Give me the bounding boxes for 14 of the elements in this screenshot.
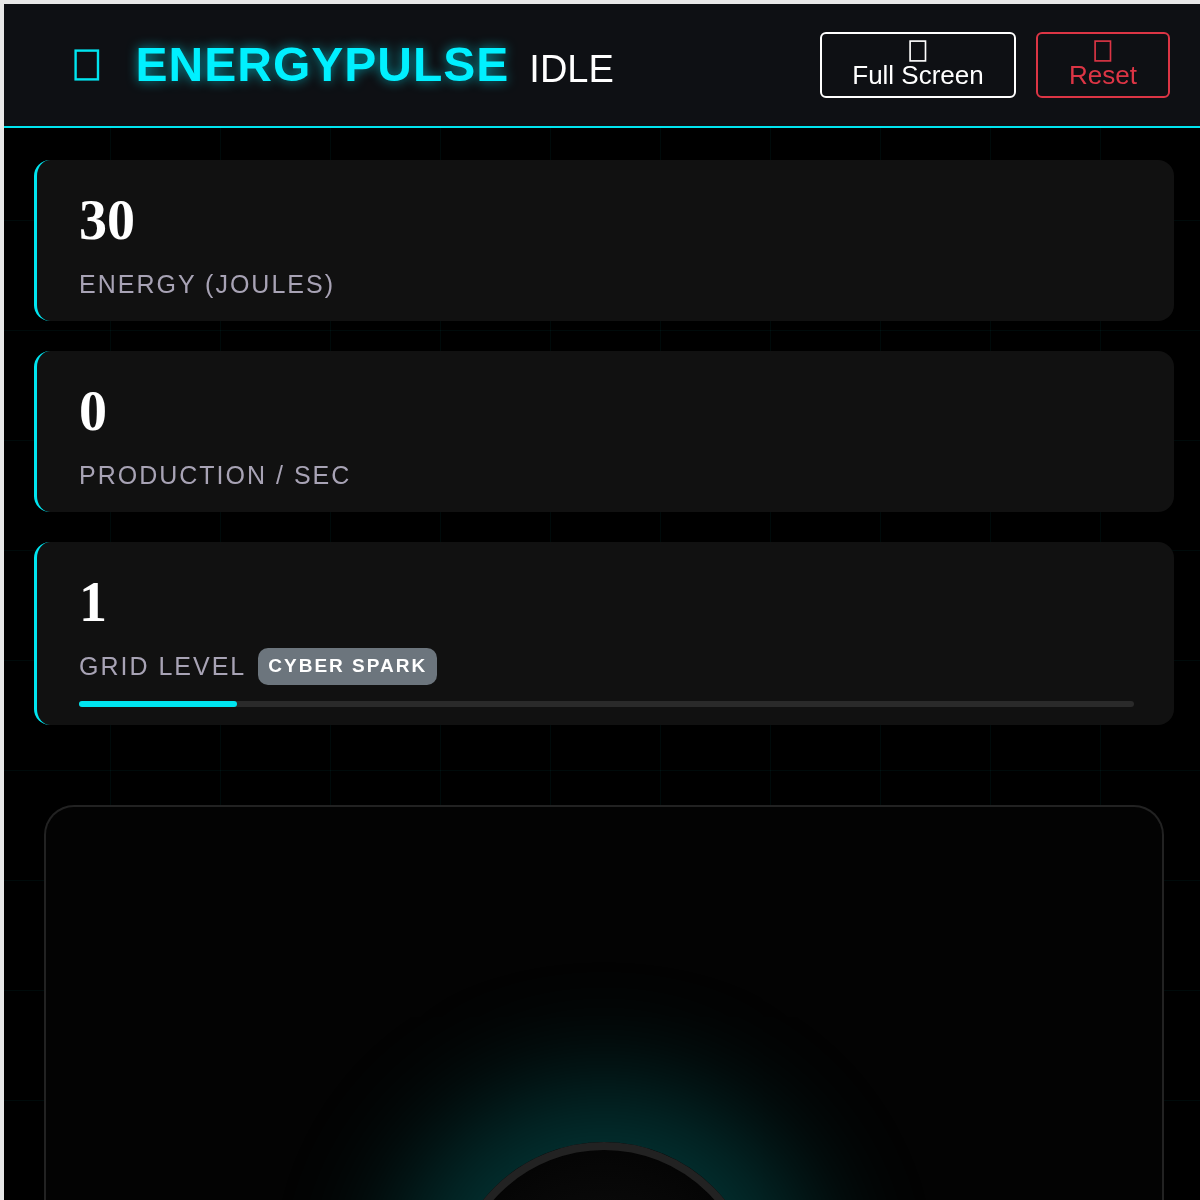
stat-value: 0: [79, 381, 107, 443]
stat-label: PRODUCTION / SEC: [79, 459, 352, 491]
stat-label: ENERGY (JOULES): [79, 268, 335, 300]
stat-value: 30: [79, 190, 135, 252]
stat-label: GRID LEVEL: [79, 650, 247, 682]
stat-value: 1: [79, 572, 107, 634]
rank-badge: CYBER SPARK: [258, 648, 438, 685]
fullscreen-button[interactable]: Full Screen: [820, 32, 1016, 98]
mode-label: IDLE: [529, 46, 614, 92]
glyph-box-icon: [74, 49, 100, 81]
glyph-box-icon: [1094, 40, 1112, 63]
app-title: ENERGYPULSE: [135, 37, 510, 93]
reset-button[interactable]: Reset: [1036, 32, 1170, 98]
glyph-box-icon: [909, 40, 927, 63]
